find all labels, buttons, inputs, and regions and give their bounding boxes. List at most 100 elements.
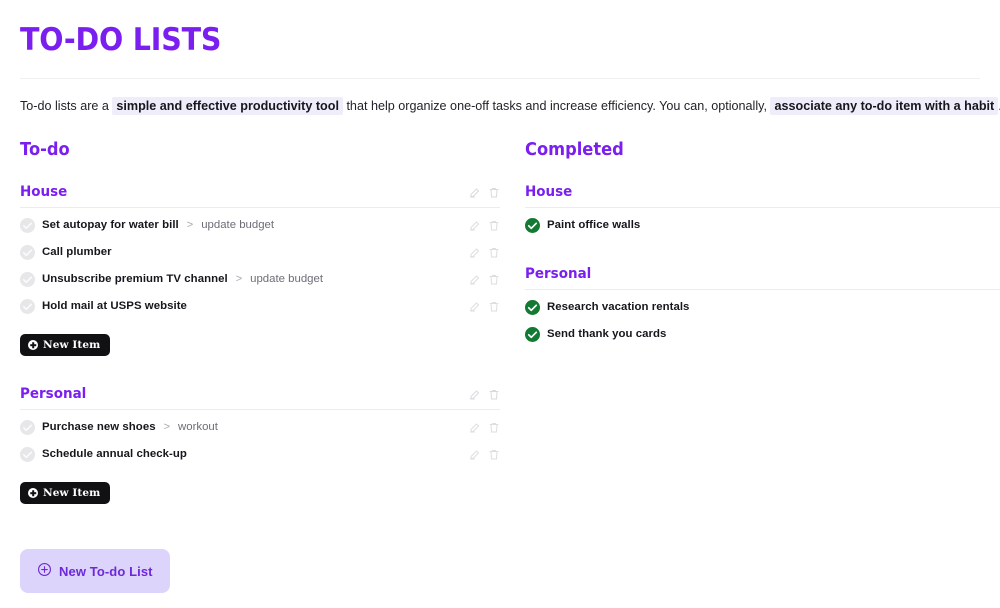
item-content: Schedule annual check-up (20, 446, 203, 462)
todo-lists-page: TO-DO LISTS To-do lists are a simple and… (0, 0, 1000, 608)
plus-circle-icon (28, 340, 38, 350)
list-item[interactable]: Schedule annual check-up (20, 443, 500, 465)
section-title: Personal (20, 386, 87, 402)
item-content: Send thank you cards (525, 326, 667, 342)
item-label: Unsubscribe premium TV channel (42, 273, 228, 285)
edit-icon[interactable] (469, 300, 481, 313)
check-icon[interactable] (525, 217, 540, 233)
edit-icon[interactable] (469, 246, 481, 259)
item-actions (469, 448, 500, 461)
item-habit[interactable]: workout (178, 421, 218, 433)
item-actions (469, 246, 500, 259)
edit-icon[interactable] (469, 388, 481, 401)
todo-column-title: To-do (20, 140, 70, 160)
edit-icon[interactable] (469, 448, 481, 461)
item-content: Hold mail at USPS website (20, 298, 203, 314)
trash-icon[interactable] (488, 186, 500, 199)
intro-part-2: that help organize one-off tasks and inc… (346, 99, 767, 113)
check-icon[interactable] (20, 419, 35, 435)
edit-icon[interactable] (469, 186, 481, 199)
check-icon[interactable] (20, 271, 35, 287)
lists-columns: To-do House Set autopay for water bill >… (20, 140, 1000, 593)
todo-section-house: House Set autopay for water bill > updat… (20, 183, 500, 356)
todo-column: To-do House Set autopay for water bill >… (20, 140, 500, 593)
item-habit[interactable]: update budget (201, 219, 274, 231)
section-actions (469, 186, 500, 199)
item-label: Purchase new shoes (42, 421, 156, 433)
item-content: Call plumber (20, 244, 128, 260)
trash-icon[interactable] (488, 421, 500, 434)
new-todo-list-label: New To-do List (59, 563, 153, 579)
edit-icon[interactable] (469, 273, 481, 286)
list-item[interactable]: Research vacation rentals (525, 296, 1000, 318)
item-label: Set autopay for water bill (42, 219, 179, 231)
intro-part-1: To-do lists are a (20, 99, 109, 113)
item-label: Paint office walls (547, 219, 641, 231)
new-item-button[interactable]: New Item (20, 334, 111, 356)
item-content: Purchase new shoes > workout (20, 419, 218, 435)
trash-icon[interactable] (488, 273, 500, 286)
section-header: House (20, 183, 500, 208)
trash-icon[interactable] (488, 448, 500, 461)
new-item-button-label: New Item (43, 339, 101, 351)
item-actions (469, 300, 500, 313)
item-label: Research vacation rentals (547, 301, 690, 313)
section-header: House (525, 183, 1000, 208)
check-icon[interactable] (20, 298, 35, 314)
check-icon[interactable] (525, 299, 540, 315)
list-item[interactable]: Set autopay for water bill > update budg… (20, 214, 500, 236)
list-item[interactable]: Paint office walls (525, 214, 1000, 236)
item-label: Call plumber (42, 246, 112, 258)
section-items: Paint office walls (525, 214, 1000, 236)
check-icon[interactable] (20, 217, 35, 233)
check-icon[interactable] (20, 446, 35, 462)
item-label: Send thank you cards (547, 328, 667, 340)
item-actions (469, 421, 500, 434)
list-item[interactable]: Hold mail at USPS website (20, 295, 500, 317)
completed-section-house: House Paint office walls (525, 183, 1000, 236)
trash-icon[interactable] (488, 300, 500, 313)
new-item-button[interactable]: New Item (20, 482, 111, 504)
list-item[interactable]: Send thank you cards (525, 323, 1000, 345)
intro-paragraph: To-do lists are a simple and effective p… (20, 97, 1000, 115)
item-label: Hold mail at USPS website (42, 300, 187, 312)
section-header: Personal (525, 265, 1000, 290)
chevron-right-icon: > (186, 219, 194, 231)
plus-circle-icon (37, 562, 52, 580)
completed-column: Completed House Paint office walls Perso… (525, 140, 1000, 593)
trash-icon[interactable] (488, 219, 500, 232)
todo-section-personal: Personal Purchase new shoes > workout Sc… (20, 385, 500, 504)
section-title: House (20, 184, 68, 200)
item-actions (469, 273, 500, 286)
section-title: House (525, 184, 573, 200)
section-items: Research vacation rentals Send thank you… (525, 296, 1000, 345)
section-title: Personal (525, 266, 592, 282)
check-icon[interactable] (525, 326, 540, 342)
item-habit[interactable]: update budget (250, 273, 323, 285)
check-icon[interactable] (20, 244, 35, 260)
list-item[interactable]: Call plumber (20, 241, 500, 263)
item-content: Set autopay for water bill > update budg… (20, 217, 274, 233)
section-header: Personal (20, 385, 500, 410)
page-title: TO-DO LISTS (20, 22, 222, 58)
completed-column-title: Completed (525, 140, 624, 160)
edit-icon[interactable] (469, 219, 481, 232)
plus-circle-icon (28, 488, 38, 498)
item-content: Paint office walls (525, 217, 641, 233)
intro-highlight-1: simple and effective productivity tool (112, 97, 343, 115)
chevron-right-icon: > (163, 421, 171, 433)
title-divider (20, 78, 980, 79)
chevron-right-icon: > (235, 273, 243, 285)
list-item[interactable]: Purchase new shoes > workout (20, 416, 500, 438)
new-item-button-label: New Item (43, 487, 101, 499)
item-content: Research vacation rentals (525, 299, 690, 315)
intro-highlight-2: associate any to-do item with a habit (770, 97, 999, 115)
edit-icon[interactable] (469, 421, 481, 434)
section-actions (469, 388, 500, 401)
list-item[interactable]: Unsubscribe premium TV channel > update … (20, 268, 500, 290)
item-content: Unsubscribe premium TV channel > update … (20, 271, 323, 287)
trash-icon[interactable] (488, 388, 500, 401)
completed-section-personal: Personal Research vacation rentals Send … (525, 265, 1000, 345)
new-todo-list-button[interactable]: New To-do List (20, 549, 170, 593)
trash-icon[interactable] (488, 246, 500, 259)
